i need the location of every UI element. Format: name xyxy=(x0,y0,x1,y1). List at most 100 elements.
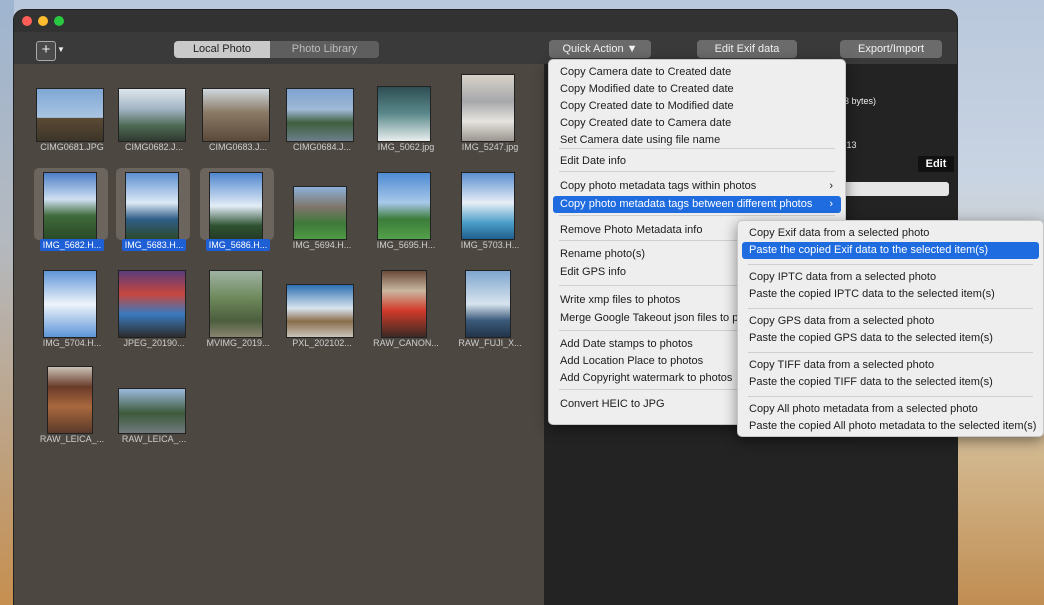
menu-item-label: Paste the copied GPS data to the selecte… xyxy=(749,332,993,344)
photo-thumbnail-image[interactable] xyxy=(118,270,186,338)
photo-thumbnail-image[interactable] xyxy=(118,88,186,142)
photo-thumbnail-image[interactable] xyxy=(461,172,515,240)
photo-thumbnail-item[interactable]: RAW_LEICA_... xyxy=(36,366,110,454)
submenu-item[interactable]: Paste the copied GPS data to the selecte… xyxy=(742,330,1039,347)
quick-action-menu-item[interactable]: Copy Camera date to Created date xyxy=(553,64,841,81)
photo-thumbnail-image[interactable] xyxy=(465,270,511,338)
photo-filename-text: IMG_5704.H... xyxy=(42,338,102,348)
submenu-item[interactable]: Copy GPS data from a selected photo xyxy=(742,313,1039,330)
photo-thumbnail-item[interactable]: IMG_5704.H... xyxy=(36,270,110,358)
tab-local-photo[interactable]: Local Photo xyxy=(174,41,270,58)
photo-filename: JPEG_20190... xyxy=(114,338,194,348)
edit-exif-button[interactable]: Edit Exif data xyxy=(697,40,797,58)
photo-thumbnail-image[interactable] xyxy=(293,186,347,240)
photo-thumbnail-image[interactable] xyxy=(125,172,179,240)
photo-filename-text: IMG_5247.jpg xyxy=(461,142,519,152)
menu-separator xyxy=(748,352,1033,353)
menu-item-label: Add Location Place to photos xyxy=(560,355,704,367)
photo-filename-text: MVIMG_2019... xyxy=(206,338,270,348)
photo-thumbnail-item[interactable]: IMG_5703.H... xyxy=(454,172,528,260)
photo-thumbnail-item[interactable]: IMG_5062.jpg xyxy=(370,74,444,162)
submenu-item[interactable]: Copy TIFF data from a selected photo xyxy=(742,357,1039,374)
submenu-item[interactable]: Copy All photo metadata from a selected … xyxy=(742,401,1039,418)
quick-action-menu-item[interactable]: Copy photo metadata tags within photos › xyxy=(553,178,841,195)
quick-action-menu-item[interactable]: Copy Modified date to Created date xyxy=(553,81,841,98)
photo-thumbnail-image[interactable] xyxy=(377,86,431,142)
photo-thumbnail-item[interactable]: PXL_202102... xyxy=(286,270,360,358)
photo-thumbnail-image[interactable] xyxy=(43,172,97,240)
close-window-button[interactable] xyxy=(22,16,32,26)
menu-item-label: Remove Photo Metadata info xyxy=(560,224,703,236)
photo-filename: RAW_CANON... xyxy=(366,338,446,348)
photo-thumbnail-item[interactable]: CIMG0683.J... xyxy=(202,74,276,162)
quick-action-menu-item[interactable]: Edit Date info xyxy=(553,153,841,170)
photo-thumbnail-item[interactable]: CIMG0682.J... xyxy=(118,74,192,162)
photo-thumbnail-image[interactable] xyxy=(286,88,354,142)
menu-separator xyxy=(559,215,835,216)
source-segmented-control: Local Photo Photo Library xyxy=(174,41,379,58)
menu-item-label: Copy Exif data from a selected photo xyxy=(749,227,930,239)
edit-info-button[interactable]: Edit xyxy=(918,156,954,172)
photo-thumbnail-item[interactable]: IMG_5695.H... xyxy=(370,172,444,260)
photo-thumbnail-image[interactable] xyxy=(43,270,97,338)
photo-thumbnail-image[interactable] xyxy=(377,172,431,240)
menu-separator xyxy=(559,171,835,172)
photo-thumbnail-item[interactable]: RAW_LEICA_... xyxy=(118,366,192,454)
menu-item-label: Copy Camera date to Created date xyxy=(560,66,732,78)
minimize-window-button[interactable] xyxy=(38,16,48,26)
zoom-window-button[interactable] xyxy=(54,16,64,26)
menu-item-label: Copy All photo metadata from a selected … xyxy=(749,403,978,415)
tab-photo-library[interactable]: Photo Library xyxy=(270,41,379,58)
photo-thumbnail-image[interactable] xyxy=(209,270,263,338)
photo-thumbnail-item[interactable]: MVIMG_2019... xyxy=(202,270,276,358)
photo-thumbnail-image[interactable] xyxy=(202,88,270,142)
photo-thumbnail-item[interactable]: IMG_5247.jpg xyxy=(454,74,528,162)
photo-thumbnail-item[interactable]: IMG_5682.H... xyxy=(34,168,110,260)
photo-thumbnail-image[interactable] xyxy=(461,74,515,142)
menu-item-label: Merge Google Takeout json files to photo… xyxy=(560,312,766,324)
photo-thumbnail-image[interactable] xyxy=(118,388,186,434)
photo-thumbnail-item[interactable]: CIMG0681.JPG xyxy=(36,74,110,162)
photo-filename: RAW_LEICA_... xyxy=(114,434,194,444)
submenu-item[interactable]: Paste the copied Exif data to the select… xyxy=(742,242,1039,259)
quick-action-menu-item[interactable]: Copy Created date to Camera date xyxy=(553,115,841,132)
menu-item-label: Write xmp files to photos xyxy=(560,294,681,306)
photo-thumbnail-image[interactable] xyxy=(286,284,354,338)
quick-action-button[interactable]: Quick Action ▼ xyxy=(549,40,651,58)
photo-thumbnail-item[interactable]: IMG_5694.H... xyxy=(286,172,360,260)
photo-filename-text: IMG_5062.jpg xyxy=(377,142,435,152)
chevron-down-icon[interactable]: ▼ xyxy=(57,45,65,54)
menu-item-label: Add Date stamps to photos xyxy=(560,338,693,350)
photo-thumbnail-item[interactable]: RAW_FUJI_X... xyxy=(454,270,528,358)
quick-action-menu-item[interactable]: Copy photo metadata tags between differe… xyxy=(553,196,841,213)
photo-thumbnail-image[interactable] xyxy=(209,172,263,240)
menu-item-label: Copy photo metadata tags within photos xyxy=(560,180,757,192)
submenu-item[interactable]: Paste the copied IPTC data to the select… xyxy=(742,286,1039,303)
photo-filename-text: RAW_FUJI_X... xyxy=(458,338,522,348)
photo-filename-text: IMG_5703.H... xyxy=(460,240,520,250)
submenu-item[interactable]: Copy Exif data from a selected photo xyxy=(742,225,1039,242)
photo-thumbnail-image[interactable] xyxy=(47,366,93,434)
info-field[interactable] xyxy=(834,182,949,196)
add-button[interactable]: + xyxy=(36,41,56,61)
menu-item-label: Copy Created date to Camera date xyxy=(560,117,732,129)
export-import-button[interactable]: Export/Import xyxy=(840,40,942,58)
menu-item-label: Add Copyright watermark to photos xyxy=(560,372,733,384)
photo-thumbnail-image[interactable] xyxy=(381,270,427,338)
submenu-item[interactable]: Paste the copied TIFF data to the select… xyxy=(742,374,1039,391)
photo-thumbnail-item[interactable]: IMG_5686.H... xyxy=(200,168,276,260)
chevron-right-icon: › xyxy=(829,198,833,210)
photo-thumbnail-image[interactable] xyxy=(36,88,104,142)
photo-thumbnail-item[interactable]: CIMG0684.J... xyxy=(286,74,360,162)
menu-separator xyxy=(748,264,1033,265)
photo-thumbnail-item[interactable]: JPEG_20190... xyxy=(118,270,192,358)
menu-separator xyxy=(559,148,835,149)
quick-action-menu-item[interactable]: Copy Created date to Modified date xyxy=(553,98,841,115)
submenu-item[interactable]: Paste the copied All photo metadata to t… xyxy=(742,418,1039,435)
photo-thumbnail-item[interactable]: RAW_CANON... xyxy=(370,270,444,358)
quick-action-menu-item[interactable]: Set Camera date using file name xyxy=(553,132,841,149)
photo-filename-text: IMG_5683.H... xyxy=(121,239,187,251)
submenu-item[interactable]: Copy IPTC data from a selected photo xyxy=(742,269,1039,286)
photo-thumbnail-item[interactable]: IMG_5683.H... xyxy=(116,168,192,260)
photo-filename: CIMG0684.J... xyxy=(282,142,362,152)
